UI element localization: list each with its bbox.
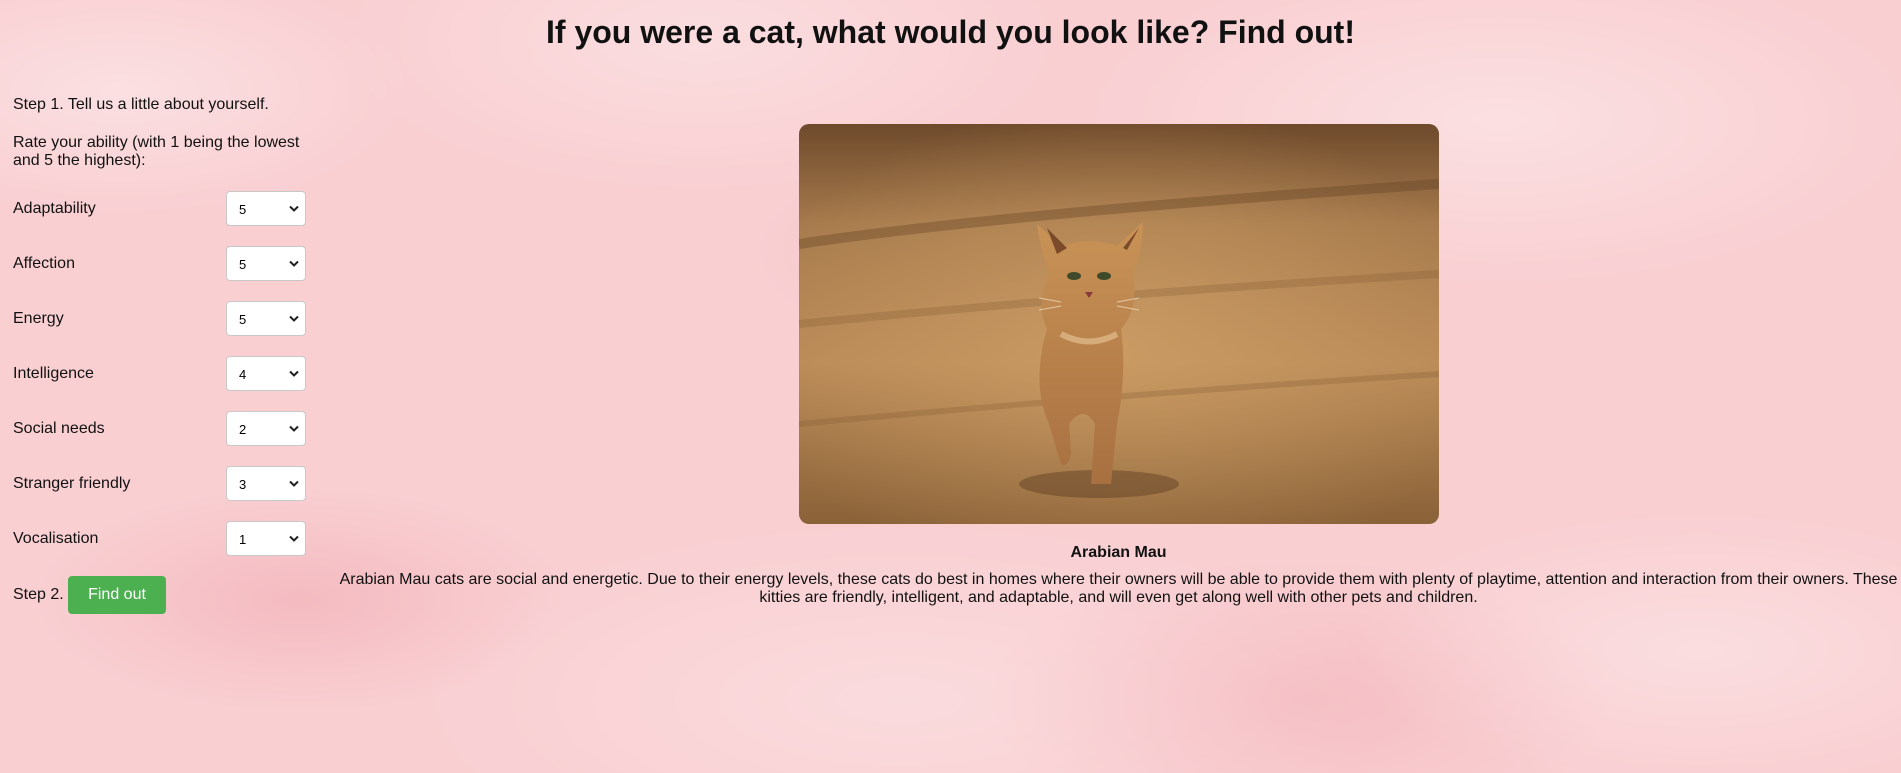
trait-label: Social needs: [13, 420, 105, 437]
energy-select[interactable]: 5: [226, 301, 306, 336]
select-value: 5: [239, 312, 247, 327]
social-needs-select[interactable]: 2: [226, 411, 306, 446]
cat-photo-illustration: [799, 124, 1439, 524]
breed-name: Arabian Mau: [1070, 544, 1167, 561]
select-value: 2: [239, 422, 247, 437]
chevron-down-icon: [289, 205, 299, 212]
trait-label: Vocalisation: [13, 530, 99, 547]
breed-description: Arabian Mau cats are social and energeti…: [339, 571, 1898, 606]
page-title: If you were a cat, what would you look l…: [546, 14, 1355, 50]
step2-row: Step 2. Find out: [13, 576, 313, 614]
trait-label: Stranger friendly: [13, 475, 131, 492]
trait-label: Energy: [13, 310, 64, 327]
trait-row-affection: Affection 5: [13, 246, 313, 282]
chevron-down-icon: [289, 480, 299, 487]
select-value: 5: [239, 202, 247, 217]
select-value: 1: [239, 532, 247, 547]
trait-label: Adaptability: [13, 200, 96, 217]
affection-select[interactable]: 5: [226, 246, 306, 281]
chevron-down-icon: [289, 370, 299, 377]
rate-instructions: Rate your ability (with 1 being the lowe…: [13, 134, 300, 169]
trait-label: Intelligence: [13, 365, 94, 382]
step2-label: Step 2.: [13, 586, 64, 603]
trait-row-adaptability: Adaptability 5: [13, 191, 313, 227]
trait-label: Affection: [13, 255, 75, 272]
adaptability-select[interactable]: 5: [226, 191, 306, 226]
select-value: 4: [239, 367, 247, 382]
chevron-down-icon: [289, 535, 299, 542]
trait-row-stranger-friendly: Stranger friendly 3: [13, 466, 313, 502]
trait-row-social-needs: Social needs 2: [13, 411, 313, 447]
chevron-down-icon: [289, 425, 299, 432]
trait-row-energy: Energy 5: [13, 301, 313, 337]
select-value: 3: [239, 477, 247, 492]
cat-photo: [799, 124, 1439, 524]
step1-heading: Step 1. Tell us a little about yourself.: [13, 96, 269, 113]
intelligence-select[interactable]: 4: [226, 356, 306, 391]
vocalisation-select[interactable]: 1: [226, 521, 306, 556]
trait-row-intelligence: Intelligence 4: [13, 356, 313, 392]
select-value: 5: [239, 257, 247, 272]
trait-row-vocalisation: Vocalisation 1: [13, 521, 313, 557]
find-out-button[interactable]: Find out: [68, 576, 166, 614]
chevron-down-icon: [289, 315, 299, 322]
stranger-friendly-select[interactable]: 3: [226, 466, 306, 501]
chevron-down-icon: [289, 260, 299, 267]
